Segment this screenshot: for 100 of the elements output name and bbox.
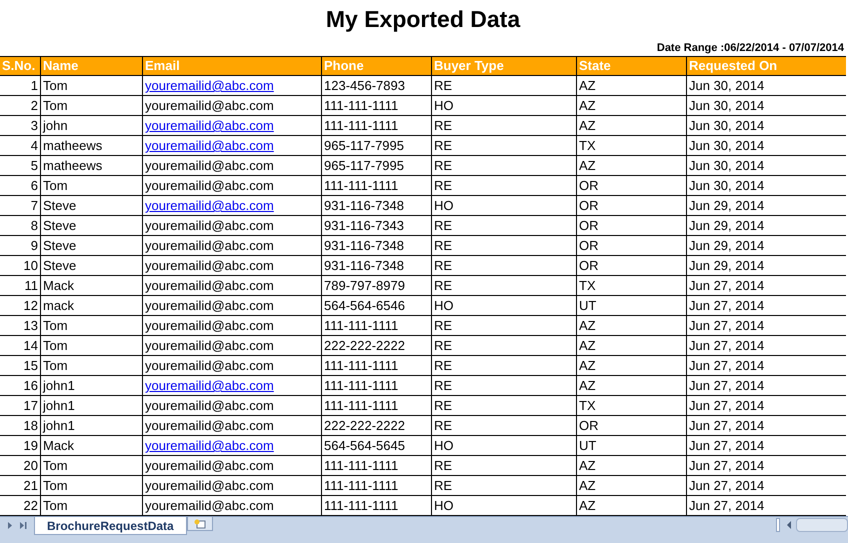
table-cell-text: 1 [30,77,39,95]
table-cell: Steve [40,216,142,235]
table-cell: john1 [40,416,142,435]
table-cell: RE [431,316,576,335]
table-cell-text: 6 [30,177,39,195]
table-cell[interactable]: youremailid@abc.com [142,436,321,455]
table-cell: youremailid@abc.com [142,216,321,235]
table-cell: HO [431,296,576,315]
table-cell: HO [431,436,576,455]
table-cell: Tom [40,96,142,115]
table-cell: 931-116-7348 [321,256,431,275]
table-cell: RE [431,416,576,435]
table-cell: Jun 29, 2014 [686,216,846,235]
table-cell: OR [576,236,686,255]
horizontal-scrollbar[interactable] [796,518,848,532]
column-header: Buyer Type [431,57,576,75]
table-cell: john1 [40,396,142,415]
table-cell: 111-111-1111 [321,496,431,515]
new-sheet-tab[interactable] [186,517,213,531]
table-cell: youremailid@abc.com [142,236,321,255]
table-cell: Jun 27, 2014 [686,436,846,455]
table-cell: OR [576,216,686,235]
table-cell: 111-111-1111 [321,96,431,115]
sheet-tab[interactable]: BrochureRequestData [34,517,187,535]
table-cell-text: 8 [30,217,39,235]
table-cell: AZ [576,116,686,135]
table-cell: youremailid@abc.com [142,396,321,415]
table-cell: AZ [576,156,686,175]
table-cell: Mack [40,436,142,455]
table-cell: RE [431,136,576,155]
table-cell: 564-564-6546 [321,296,431,315]
table-cell-text: 12 [22,297,39,315]
table-cell: Tom [40,456,142,475]
table-cell: matheews [40,156,142,175]
table-cell: Jun 30, 2014 [686,76,846,95]
last-sheet-icon[interactable] [18,520,28,530]
table-cell: Jun 27, 2014 [686,276,846,295]
table-cell-text: 7 [30,197,39,215]
table-cell-text: 2 [30,97,39,115]
table-cell: youremailid@abc.com [142,356,321,375]
table-cell: AZ [576,476,686,495]
table-cell: 965-117-7995 [321,156,431,175]
table-cell: youremailid@abc.com [142,476,321,495]
table-cell: Jun 27, 2014 [686,476,846,495]
table-cell-text: 15 [22,357,39,375]
table-cell: Jun 30, 2014 [686,96,846,115]
table-cell[interactable]: youremailid@abc.com [142,76,321,95]
column-header: Requested On [686,57,846,75]
column-header: State [576,57,686,75]
table-cell-text: 3 [30,117,39,135]
table-cell: 564-564-5645 [321,436,431,455]
table-cell: Tom [40,336,142,355]
table-cell: 931-116-7343 [321,216,431,235]
table-cell: 111-111-1111 [321,176,431,195]
table-cell: Tom [40,176,142,195]
table-cell-text: 11 [24,277,39,295]
table-cell[interactable]: youremailid@abc.com [142,196,321,215]
table-cell: Tom [40,76,142,95]
table-cell: Jun 27, 2014 [686,376,846,395]
table-cell-text: 13 [22,317,39,335]
table-cell: john [40,116,142,135]
table-cell: RE [431,176,576,195]
table-cell: AZ [576,336,686,355]
first-sheet-icon[interactable] [6,520,14,530]
table-cell: OR [576,176,686,195]
table-cell-text: 21 [22,477,39,495]
table-cell: 111-111-1111 [321,376,431,395]
table-cell: Tom [40,356,142,375]
table-cell: HO [431,96,576,115]
table-cell: OR [576,416,686,435]
table-cell: youremailid@abc.com [142,316,321,335]
table-cell[interactable]: youremailid@abc.com [142,116,321,135]
table-cell: john1 [40,376,142,395]
table-cell: RE [431,376,576,395]
table-cell-text: 18 [22,417,39,435]
table-cell: Jun 29, 2014 [686,236,846,255]
date-range: Date Range :06/22/2014 - 07/07/2014 [656,41,844,56]
table-cell: RE [431,216,576,235]
table-cell-text: 14 [22,337,39,355]
new-sheet-icon [194,518,206,528]
table-cell: Jun 27, 2014 [686,356,846,375]
table-cell: AZ [576,496,686,515]
table-cell: 123-456-7893 [321,76,431,95]
table-cell: Mack [40,276,142,295]
table-cell: Jun 27, 2014 [686,396,846,415]
table-cell[interactable]: youremailid@abc.com [142,376,321,395]
table-cell: TX [576,276,686,295]
table-cell: AZ [576,316,686,335]
table-cell: youremailid@abc.com [142,336,321,355]
column-header: Phone [321,57,431,75]
table-cell: Jun 30, 2014 [686,176,846,195]
table-cell: Jun 27, 2014 [686,316,846,335]
table-cell: 111-111-1111 [321,456,431,475]
table-cell: youremailid@abc.com [142,496,321,515]
table-cell-text: 16 [22,377,39,395]
column-header: S.No. [1,57,36,75]
split-handle[interactable] [776,518,780,532]
table-cell: AZ [576,76,686,95]
table-cell[interactable]: youremailid@abc.com [142,136,321,155]
table-cell: youremailid@abc.com [142,456,321,475]
